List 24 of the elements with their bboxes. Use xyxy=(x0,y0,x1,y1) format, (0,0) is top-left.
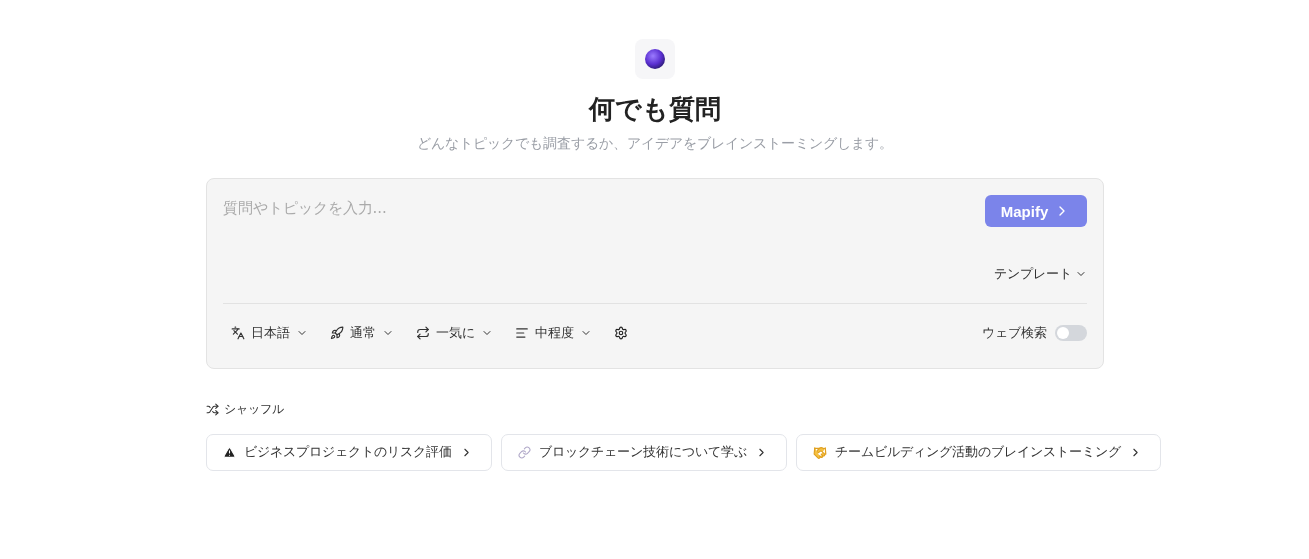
suggestion-card[interactable]: ブロックチェーン技術について学ぶ xyxy=(500,434,787,471)
template-dropdown[interactable]: テンプレート xyxy=(993,265,1087,283)
web-search-toggle[interactable] xyxy=(1054,325,1087,341)
option-dropdown[interactable]: 日本語 xyxy=(230,324,308,342)
handshake-icon xyxy=(812,445,827,460)
option-dropdown[interactable]: 中程度 xyxy=(514,324,592,342)
option-dropdown[interactable]: 一気に xyxy=(415,324,493,342)
link-icon xyxy=(517,446,531,459)
orb-icon xyxy=(643,48,666,70)
suggestion-card[interactable]: ビジネスプロジェクトのリスク評価 xyxy=(205,434,492,471)
shuffle-button[interactable]: シャッフル xyxy=(205,401,284,418)
shuffle-icon xyxy=(205,403,219,416)
web-search-label: ウェブ検索 xyxy=(981,324,1047,342)
page-title: 何でも質問 xyxy=(588,93,721,125)
rocket-icon xyxy=(329,326,344,340)
settings-icon[interactable] xyxy=(613,326,628,340)
lines-icon xyxy=(514,326,529,340)
suggestion-card[interactable]: チームビルディング活動のブレインストーミング xyxy=(795,434,1161,471)
repeat-icon xyxy=(415,326,430,340)
warning-icon xyxy=(222,446,236,459)
option-dropdown[interactable]: 通常 xyxy=(329,324,394,342)
translate-icon xyxy=(230,326,245,340)
page-subtitle: どんなトピックでも調査するか、アイデアをブレインストーミングします。 xyxy=(416,135,893,153)
question-field[interactable]: 質問やトピックを入力... xyxy=(222,199,823,217)
